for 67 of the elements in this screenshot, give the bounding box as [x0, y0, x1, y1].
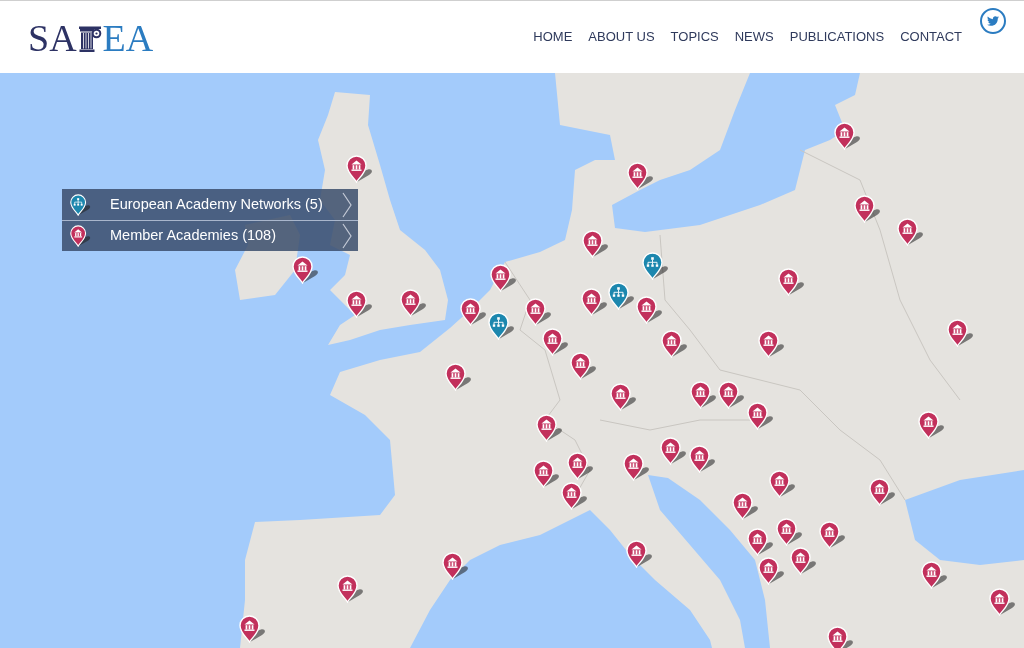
- building-pin-icon[interactable]: [789, 546, 817, 575]
- building-pin-icon[interactable]: [635, 295, 663, 324]
- building-pin-icon[interactable]: [580, 287, 608, 316]
- building-pin-icon[interactable]: [757, 329, 785, 358]
- building-pin-icon[interactable]: [853, 194, 881, 223]
- building-pin-icon[interactable]: [345, 289, 373, 318]
- building-pin-icon[interactable]: [535, 413, 563, 442]
- building-pin-icon[interactable]: [560, 481, 588, 510]
- building-pin-icon[interactable]: [444, 362, 472, 391]
- building-pin-icon: [70, 225, 91, 247]
- building-pin-icon[interactable]: [946, 318, 974, 347]
- building-pin-icon[interactable]: [532, 459, 560, 488]
- building-pin-icon[interactable]: [688, 444, 716, 473]
- hierarchy-pin-icon[interactable]: [487, 311, 515, 340]
- building-pin-icon[interactable]: [625, 539, 653, 568]
- nav-link[interactable]: CONTACT: [900, 27, 962, 47]
- building-pin-icon[interactable]: [896, 217, 924, 246]
- hierarchy-pin-icon[interactable]: [641, 251, 669, 280]
- building-pin-icon[interactable]: [622, 452, 650, 481]
- building-pin-icon[interactable]: [746, 401, 774, 430]
- building-pin-icon[interactable]: [988, 587, 1016, 616]
- building-pin-icon[interactable]: [609, 382, 637, 411]
- building-pin-icon[interactable]: [818, 520, 846, 549]
- building-pin-icon[interactable]: [524, 297, 552, 326]
- building-pin-icon[interactable]: [238, 614, 266, 643]
- building-pin-icon[interactable]: [768, 469, 796, 498]
- building-pin-icon[interactable]: [291, 255, 319, 284]
- hierarchy-pin-icon: [70, 193, 91, 216]
- bird-icon[interactable]: [980, 8, 1006, 34]
- chevron-right-icon: [342, 191, 352, 218]
- building-pin-icon[interactable]: [731, 491, 759, 520]
- building-pin-icon[interactable]: [826, 625, 854, 648]
- building-pin-icon[interactable]: [569, 351, 597, 380]
- building-pin-icon[interactable]: [868, 477, 896, 506]
- building-pin-icon[interactable]: [399, 288, 427, 317]
- building-pin-icon[interactable]: [581, 229, 609, 258]
- nav-link[interactable]: HOME: [533, 27, 573, 47]
- legend-item[interactable]: European Academy Networks (5): [62, 189, 358, 220]
- building-pin-icon[interactable]: [777, 267, 805, 296]
- building-pin-icon[interactable]: [757, 556, 785, 585]
- logo-text[interactable]: EA: [102, 19, 154, 57]
- building-pin-icon[interactable]: [660, 329, 688, 358]
- building-pin-icon[interactable]: [626, 161, 654, 190]
- building-pin-icon[interactable]: [566, 451, 594, 480]
- building-pin-icon[interactable]: [659, 436, 687, 465]
- hierarchy-pin-icon[interactable]: [607, 281, 635, 310]
- building-pin-icon[interactable]: [441, 551, 469, 580]
- legend-item[interactable]: Member Academies (108): [62, 220, 358, 251]
- nav-link[interactable]: PUBLICATIONS: [789, 27, 885, 47]
- building-pin-icon[interactable]: [775, 517, 803, 546]
- building-pin-icon[interactable]: [833, 121, 861, 150]
- logo-text[interactable]: SA: [28, 19, 77, 57]
- building-pin-icon[interactable]: [541, 327, 569, 356]
- building-pin-icon[interactable]: [459, 297, 487, 326]
- building-pin-icon[interactable]: [746, 527, 774, 556]
- building-pin-icon[interactable]: [345, 154, 373, 183]
- building-pin-icon[interactable]: [920, 560, 948, 589]
- building-pin-icon[interactable]: [917, 410, 945, 439]
- column-icon: [77, 25, 102, 53]
- chevron-right-icon: [342, 223, 352, 249]
- nav-link[interactable]: TOPICS: [670, 27, 719, 47]
- nav-link[interactable]: NEWS: [734, 27, 774, 47]
- building-pin-icon[interactable]: [717, 380, 745, 409]
- nav-link[interactable]: ABOUT US: [588, 27, 655, 47]
- building-pin-icon[interactable]: [489, 263, 517, 292]
- building-pin-icon[interactable]: [689, 380, 717, 409]
- building-pin-icon[interactable]: [336, 574, 364, 603]
